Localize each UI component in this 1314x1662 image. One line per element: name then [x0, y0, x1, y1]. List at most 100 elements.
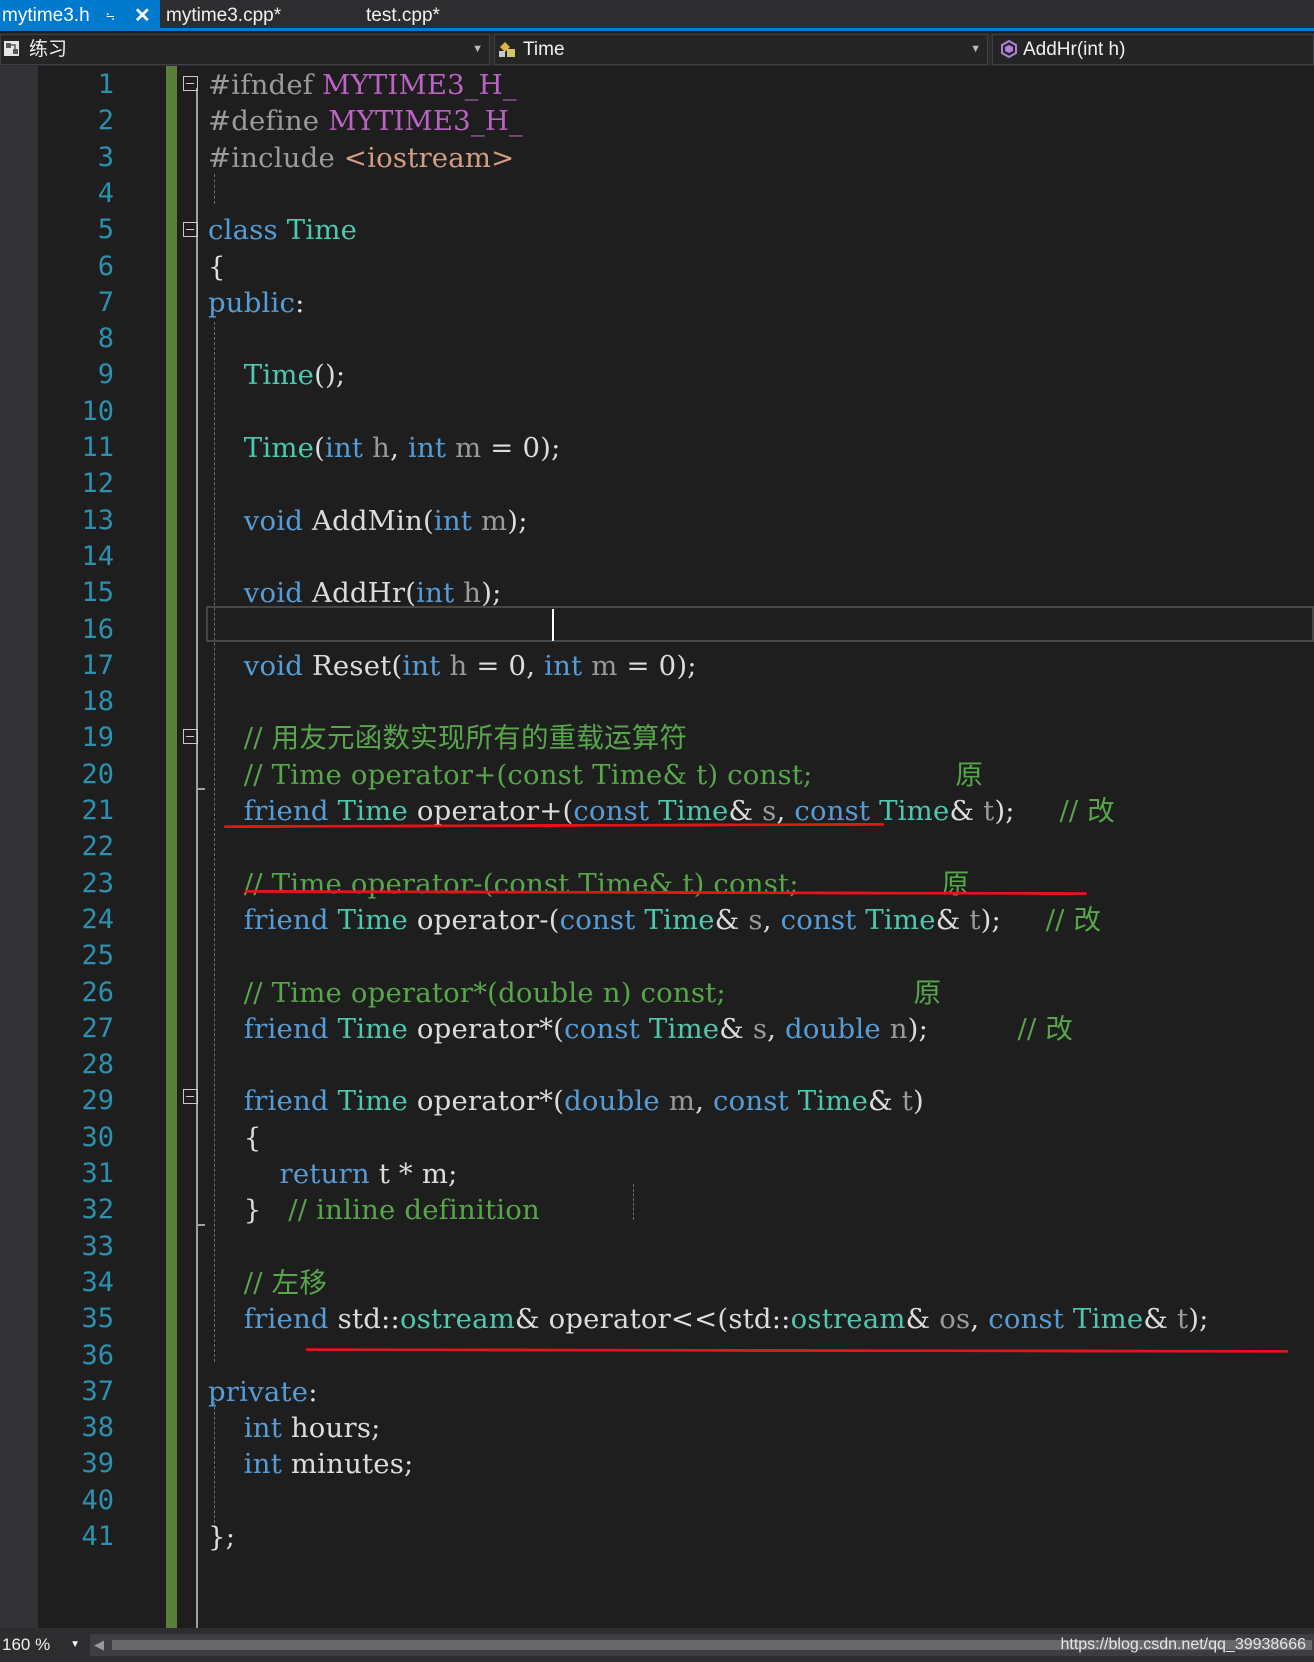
code-line[interactable]: void AddMin(int m); — [208, 502, 528, 540]
indent-guide — [633, 1184, 634, 1220]
code-line[interactable]: // Time operator-(const Time& t) const; … — [208, 865, 970, 903]
line-number: 26 — [81, 976, 114, 1008]
line-number: 28 — [81, 1049, 114, 1081]
line-number: 2 — [97, 105, 114, 137]
code-line[interactable]: #include <iostream> — [208, 139, 514, 177]
code-line[interactable]: } // inline definition — [208, 1191, 540, 1229]
document-tab-strip: mytime3.h ⨫ ✕ mytime3.cpp* test.cpp* — [0, 0, 1314, 31]
code-line[interactable]: #define MYTIME3_H_ — [208, 102, 523, 140]
outline-line — [196, 88, 198, 1628]
outline-end — [196, 1224, 205, 1226]
chevron-down-icon: ▼ — [472, 43, 483, 55]
line-number: 38 — [81, 1412, 114, 1444]
code-line[interactable]: void Reset(int h = 0, int m = 0); — [208, 647, 697, 685]
line-number: 5 — [97, 214, 114, 246]
code-line[interactable]: public: — [208, 284, 305, 322]
class-icon — [499, 42, 515, 57]
class-dropdown[interactable]: Time ▼ — [494, 34, 988, 65]
collapse-icon[interactable] — [183, 76, 198, 91]
line-number: 32 — [81, 1194, 114, 1226]
code-line[interactable]: // Time operator+(const Time& t) const; … — [208, 756, 983, 794]
line-number: 21 — [81, 795, 114, 826]
line-number: 18 — [81, 686, 114, 718]
zoom-level: 160 % — [2, 1635, 51, 1654]
code-line[interactable]: #ifndef MYTIME3_H_ — [208, 66, 517, 104]
scroll-left-icon[interactable]: ◀ — [94, 1634, 104, 1656]
code-line[interactable]: // 左移 — [208, 1264, 327, 1302]
line-number: 30 — [81, 1121, 114, 1153]
pin-icon[interactable]: ⨫ — [106, 0, 115, 32]
watermark: https://blog.csdn.net/qq_39938666 — [1060, 1636, 1306, 1653]
line-number: 12 — [81, 468, 114, 500]
code-line[interactable]: void AddHr(int h); — [208, 574, 502, 612]
code-line[interactable]: friend Time operator-(const Time& s, con… — [208, 901, 1101, 939]
line-number: 27 — [81, 1012, 114, 1044]
line-number: 23 — [81, 867, 114, 899]
code-line[interactable]: // 用友元函数实现所有的重载运算符 — [208, 719, 687, 757]
line-number: 10 — [81, 395, 114, 427]
line-number: 39 — [81, 1448, 114, 1480]
line-number: 31 — [81, 1158, 114, 1189]
class-label: Time — [523, 39, 565, 60]
code-line[interactable]: class Time — [208, 211, 357, 249]
line-number: 22 — [81, 831, 114, 863]
code-line[interactable]: friend std::ostream& operator<<(std::ost… — [208, 1300, 1209, 1338]
line-number: 3 — [97, 141, 114, 173]
tab-mytime3-h[interactable]: mytime3.h ⨫ ✕ — [0, 0, 160, 31]
method-icon — [1001, 39, 1017, 59]
outline-end — [196, 788, 205, 790]
annotation-underline — [305, 1348, 1289, 1353]
collapse-icon[interactable] — [183, 1089, 198, 1104]
line-number: 36 — [81, 1339, 114, 1371]
editor-status-bar: 160 % ▼ ◀ https://blog.csdn.net/qq_39938… — [0, 1628, 1314, 1662]
code-line[interactable]: private: — [208, 1373, 318, 1411]
line-number: 11 — [81, 432, 114, 463]
code-editor[interactable]: 1 2 3 4 5 6 7 8 9 10 11 12 13 14 15 16 17 18 19 20 21 22 23 24 2… — [0, 66, 1314, 1628]
member-dropdown[interactable]: AddHr(int h) — [992, 34, 1314, 65]
line-number: 24 — [81, 903, 114, 935]
text-caret — [552, 609, 554, 641]
line-number: 4 — [97, 177, 114, 209]
code-line[interactable]: Time(int h, int m = 0); — [208, 429, 561, 467]
line-number: 34 — [81, 1266, 114, 1298]
code-line[interactable]: friend Time operator*(double m, const Ti… — [208, 1082, 924, 1120]
code-line[interactable]: { — [208, 1119, 262, 1157]
project-icon — [4, 41, 19, 56]
tab-label: mytime3.cpp* — [166, 5, 282, 26]
code-line[interactable]: int minutes; — [208, 1445, 414, 1483]
zoom-dropdown[interactable]: 160 % ▼ — [0, 1632, 86, 1658]
glyph-margin — [0, 66, 38, 1628]
line-number: 35 — [81, 1303, 114, 1335]
close-icon[interactable]: ✕ — [134, 0, 151, 32]
line-number: 8 — [97, 323, 114, 355]
line-number: 7 — [97, 286, 114, 318]
line-number: 15 — [81, 577, 114, 609]
code-line[interactable]: // Time operator*(double n) const; 原 — [208, 974, 941, 1012]
tab-label: mytime3.h — [2, 5, 90, 26]
line-number: 19 — [81, 722, 114, 754]
line-number: 41 — [81, 1521, 114, 1552]
line-number: 1 — [97, 69, 114, 100]
code-line[interactable]: { — [208, 248, 226, 286]
navigation-bar: 练习 ▼ Time ▼ AddHr(int h) — [0, 33, 1314, 66]
line-number: 33 — [81, 1230, 114, 1262]
code-line[interactable]: friend Time operator*(const Time& s, dou… — [208, 1010, 1073, 1048]
line-number: 9 — [97, 359, 114, 391]
tab-test-cpp[interactable]: test.cpp* — [366, 0, 440, 31]
tab-mytime3-cpp[interactable]: mytime3.cpp* — [166, 0, 281, 31]
code-line[interactable]: return t * m; — [208, 1155, 458, 1193]
code-line[interactable]: }; — [208, 1518, 235, 1556]
line-number: 25 — [81, 940, 114, 972]
code-line[interactable]: int hours; — [208, 1409, 381, 1447]
collapse-icon[interactable] — [183, 222, 198, 237]
chevron-down-icon: ▼ — [970, 43, 981, 55]
line-number: 20 — [81, 758, 114, 790]
project-dropdown[interactable]: 练习 ▼ — [0, 34, 490, 65]
collapse-icon[interactable] — [183, 729, 198, 744]
member-label: AddHr(int h) — [1023, 39, 1126, 60]
line-number: 6 — [97, 250, 114, 282]
line-number: 13 — [81, 504, 114, 536]
line-number: 17 — [81, 649, 114, 681]
indent-guide — [214, 174, 215, 204]
code-line[interactable]: Time(); — [208, 356, 345, 394]
